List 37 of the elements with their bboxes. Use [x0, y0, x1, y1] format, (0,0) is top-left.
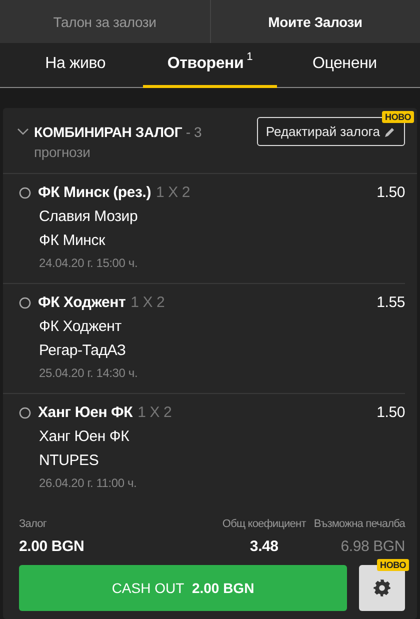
top-tab[interactable]: Талон за залози — [0, 0, 210, 43]
team-name: Регар-ТадАЗ — [39, 342, 127, 359]
match-date: 25.04.20 г. 14:30 ч. — [39, 366, 139, 380]
odds-value: 1.50 — [376, 184, 405, 201]
settings-icon — [372, 578, 392, 598]
team-name: ФК Минск — [39, 232, 106, 249]
market-label: 1 X 2 — [156, 184, 190, 201]
radio-circle-icon — [19, 186, 31, 198]
new-badge: НОВО — [382, 111, 414, 123]
market-label: 1 X 2 — [138, 404, 172, 421]
summary-value: 3.48 — [250, 538, 278, 555]
match-date: 26.04.20 г. 11:00 ч. — [39, 476, 138, 490]
team-name: NTUPES — [39, 452, 100, 469]
sub-tab[interactable]: На живо — [8, 43, 143, 88]
summary-value: 6.98 BGN — [340, 538, 405, 555]
new-badge: НОВО — [377, 559, 409, 571]
team-name: Ханг Юен ФК — [39, 428, 130, 445]
pick-name: Ханг Юен ФК — [38, 404, 133, 421]
match-date: 24.04.20 г. 15:00 ч. — [39, 256, 139, 270]
pick-name: ФК Минск (рез.) — [38, 184, 152, 201]
radio-circle-icon — [19, 406, 31, 418]
bet-title: КОМБИНИРАН ЗАЛОГ - 3 прогнози — [34, 123, 203, 162]
odds-value: 1.55 — [376, 294, 405, 311]
team-name: Славия Мозир — [39, 208, 139, 225]
pencil-icon — [384, 126, 396, 138]
odds-value: 1.50 — [376, 404, 405, 421]
market-label: 1 X 2 — [130, 294, 165, 311]
summary-value: 2.00 BGN — [19, 538, 84, 555]
chevron-down-icon[interactable] — [17, 128, 29, 136]
summary-label: Залог — [19, 518, 48, 530]
summary-label: Общ коефициент — [222, 518, 306, 530]
pick-name: ФК Ходжент — [38, 294, 126, 311]
summary-label: Възможна печалба — [314, 518, 405, 530]
team-name: ФК Ходжент — [39, 318, 122, 335]
radio-circle-icon — [19, 296, 31, 308]
sub-tab[interactable]: Оценени — [277, 43, 412, 88]
sub-tab[interactable]: Отворени $^{1}$ — [142, 43, 278, 88]
